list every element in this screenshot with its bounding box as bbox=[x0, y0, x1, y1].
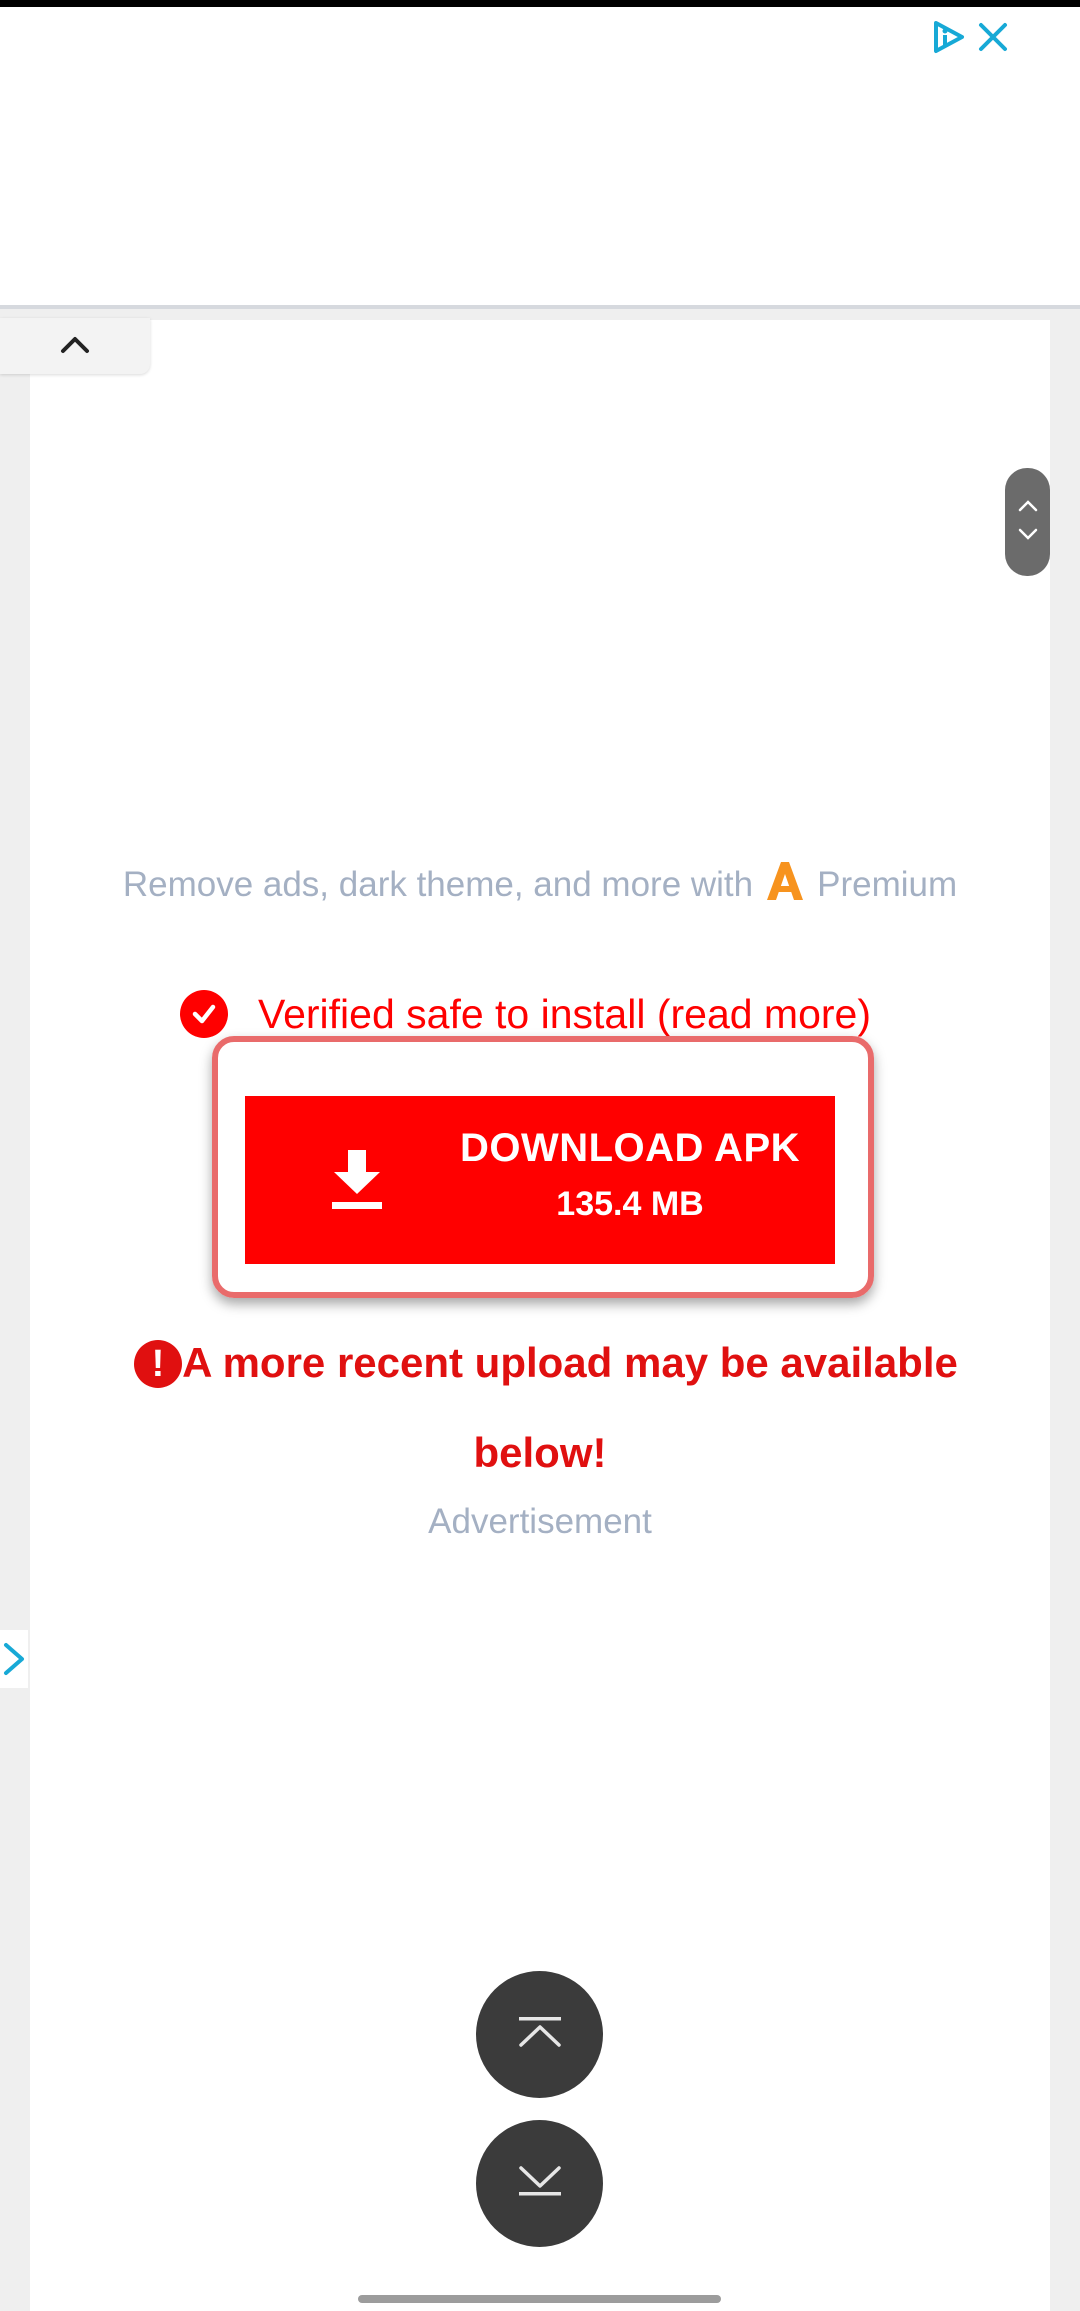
chevron-up-icon bbox=[60, 334, 90, 359]
scroll-to-bottom-button[interactable] bbox=[476, 2120, 603, 2247]
close-icon[interactable] bbox=[976, 20, 1010, 54]
download-apk-button[interactable]: DOWNLOAD APK 135.4 MB bbox=[245, 1096, 835, 1264]
download-icon bbox=[330, 1148, 384, 1215]
premium-text-after: Premium bbox=[817, 864, 958, 904]
side-ad-arrow-icon[interactable] bbox=[0, 1630, 28, 1688]
scroll-to-bottom-icon bbox=[517, 2164, 563, 2203]
chevron-down-icon bbox=[1018, 527, 1038, 545]
warning-line-1: A more recent upload may be available bbox=[182, 1339, 958, 1386]
ad-choices-icon[interactable] bbox=[930, 19, 966, 55]
ad-controls bbox=[930, 19, 1010, 55]
status-bar bbox=[0, 0, 1080, 7]
home-indicator[interactable] bbox=[358, 2295, 721, 2303]
check-icon bbox=[180, 990, 228, 1038]
premium-banner[interactable]: Remove ads, dark theme, and more with Pr… bbox=[0, 858, 1080, 911]
scroll-to-top-button[interactable] bbox=[476, 1971, 603, 2098]
chevron-up-icon bbox=[1018, 499, 1038, 517]
verified-notice[interactable]: Verified safe to install (read more) bbox=[180, 990, 871, 1038]
premium-text-before: Remove ads, dark theme, and more with bbox=[122, 864, 754, 904]
download-text: DOWNLOAD APK 135.4 MB bbox=[425, 1126, 835, 1224]
warning-line-2: below! bbox=[473, 1429, 607, 1476]
recent-upload-warning: ! A more recent upload may be available … bbox=[100, 1318, 980, 1498]
download-label: DOWNLOAD APK bbox=[459, 1126, 801, 1170]
exclamation-icon: ! bbox=[134, 1340, 182, 1388]
scroll-to-top-icon bbox=[517, 2015, 563, 2054]
scroll-handle[interactable] bbox=[1005, 468, 1050, 576]
premium-logo-icon bbox=[763, 858, 807, 911]
top-ad-banner[interactable] bbox=[0, 7, 1080, 307]
collapse-ad-button[interactable] bbox=[0, 318, 150, 374]
verified-text[interactable]: Verified safe to install (read more) bbox=[258, 991, 871, 1038]
download-size: 135.4 MB bbox=[556, 1185, 704, 1223]
advertisement-label: Advertisement bbox=[428, 1502, 652, 1541]
